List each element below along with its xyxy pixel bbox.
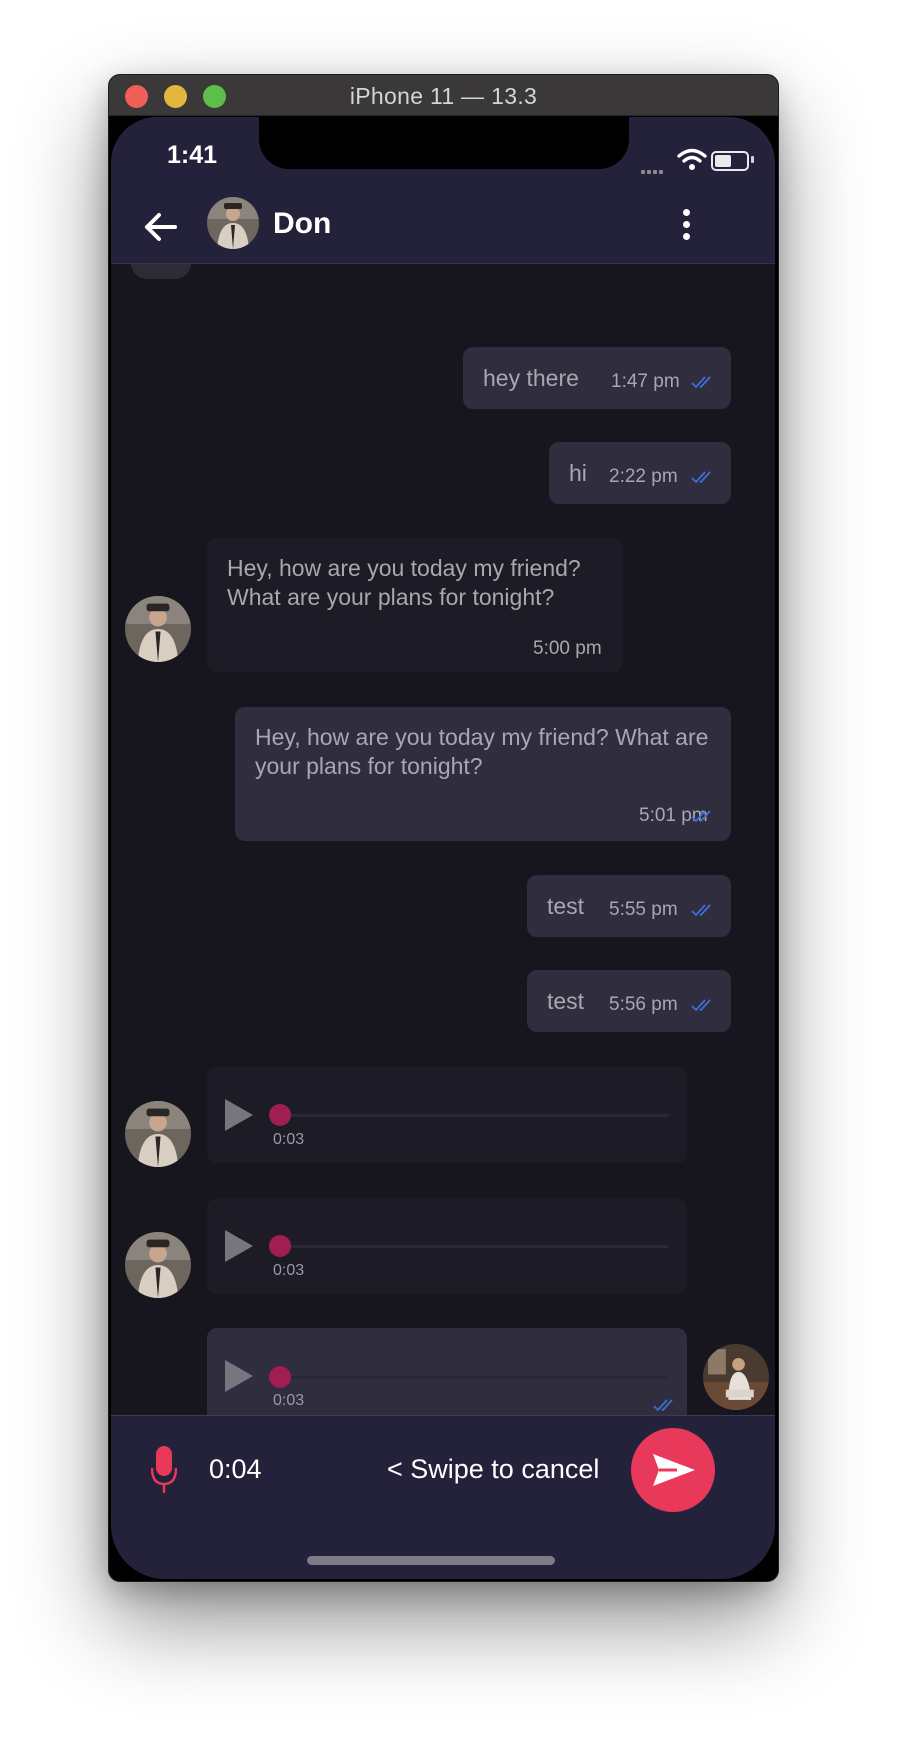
battery-icon [711,151,749,171]
window-title: iPhone 11 — 13.3 [349,83,538,109]
user-avatar[interactable] [703,1344,769,1410]
play-icon[interactable] [223,1097,255,1133]
audio-progress-track[interactable] [269,1376,669,1379]
send-button[interactable] [631,1428,715,1512]
message-text: Hey, how are you today my friend? What a… [227,555,581,610]
message-time: 2:22 pm [609,466,678,487]
status-time: 1:41 [167,141,218,169]
notch [259,117,629,169]
signal-icon [641,161,665,179]
message-time: 1:47 pm [611,371,680,392]
message-bubble[interactable]: test 5:55 pm [527,875,731,937]
home-indicator[interactable] [307,1556,555,1565]
contact-avatar[interactable] [207,197,259,249]
audio-progress-track[interactable] [269,1245,669,1248]
more-options-icon[interactable] [679,209,693,249]
contact-avatar[interactable] [125,1101,191,1167]
read-receipt-icon [691,810,711,823]
read-receipt-icon [691,471,711,484]
message-bubble[interactable]: hi 2:22 pm [549,442,731,504]
back-arrow-icon[interactable] [141,207,181,247]
audio-duration: 0:03 [273,1131,305,1148]
message-text: test [547,893,585,919]
read-receipt-icon [653,1399,673,1412]
audio-message[interactable]: 0:03 [207,1067,687,1163]
wifi-icon [677,148,707,170]
swipe-to-cancel-hint[interactable]: < Swipe to cancel [387,1454,599,1485]
send-icon [653,1454,695,1486]
chat-header: 1:41 Don [111,117,775,264]
voice-recording-bar: 0:04 < Swipe to cancel [111,1415,775,1579]
audio-progress-knob[interactable] [269,1104,291,1126]
audio-message[interactable]: 0:03 [207,1328,687,1426]
simulator-window: iPhone 11 — 13.3 1:41 Don hey there 1:47… [108,74,779,1582]
contact-avatar[interactable] [125,596,191,662]
microphone-icon[interactable] [151,1446,177,1494]
message-bubble[interactable]: hey there 1:47 pm [463,347,731,409]
partial-avatar [131,263,191,279]
play-icon[interactable] [223,1358,255,1394]
window-titlebar: iPhone 11 — 13.3 [109,75,778,116]
play-icon[interactable] [223,1228,255,1264]
audio-progress-track[interactable] [269,1114,669,1117]
contact-name[interactable]: Don [273,207,331,241]
phone-screen: 1:41 Don hey there 1:47 pm hi 2:22 pm He… [111,117,775,1579]
message-text: hey there [483,365,579,391]
audio-progress-knob[interactable] [269,1235,291,1257]
message-text: hi [569,460,587,486]
audio-duration: 0:03 [273,1392,305,1409]
message-text: Hey, how are you today my friend? What a… [255,724,709,779]
message-time: 5:00 pm [533,638,602,659]
read-receipt-icon [691,376,711,389]
contact-avatar[interactable] [125,1232,191,1298]
recording-timer: 0:04 [209,1454,262,1484]
message-bubble[interactable]: Hey, how are you today my friend? What a… [235,707,731,841]
read-receipt-icon [691,904,711,917]
audio-duration: 0:03 [273,1262,305,1279]
message-time: 5:56 pm [609,994,678,1015]
message-bubble[interactable]: test 5:56 pm [527,970,731,1032]
message-time: 5:55 pm [609,899,678,920]
audio-message[interactable]: 0:03 [207,1198,687,1294]
audio-progress-knob[interactable] [269,1366,291,1388]
message-bubble[interactable]: Hey, how are you today my friend? What a… [207,538,623,672]
read-receipt-icon [691,999,711,1012]
message-text: test [547,988,585,1014]
